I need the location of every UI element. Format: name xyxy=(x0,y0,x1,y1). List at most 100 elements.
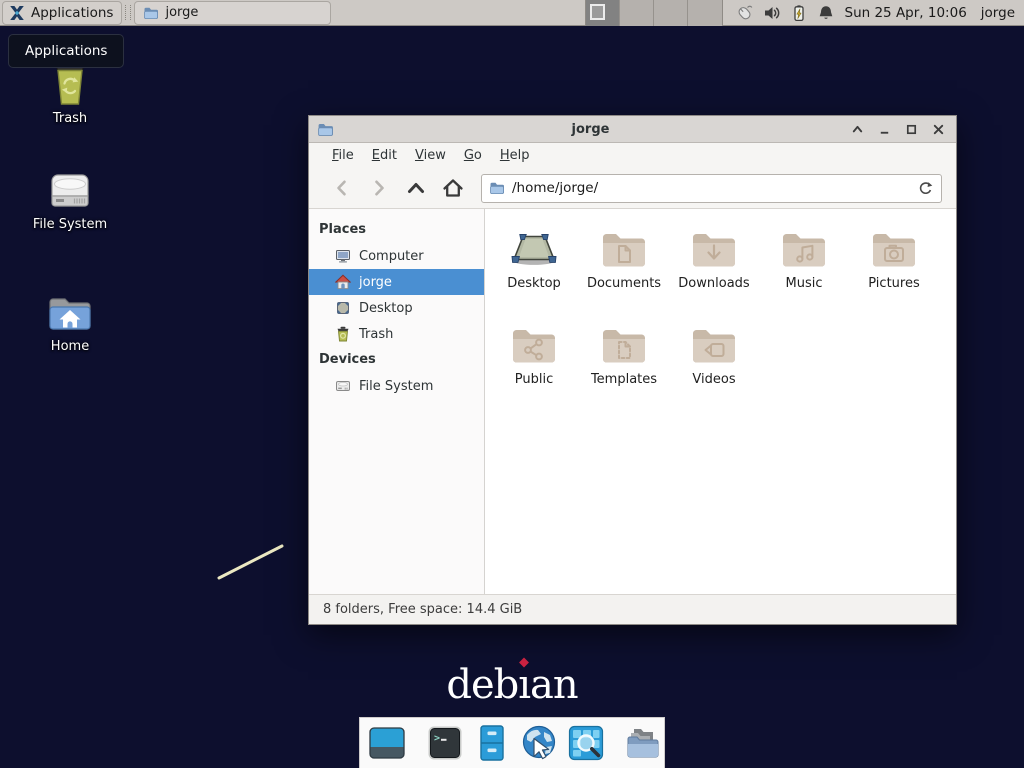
hard-drive-icon xyxy=(46,170,94,212)
logo-text: deb xyxy=(446,662,518,708)
debian-logo: debıan xyxy=(0,662,1024,708)
file-label: Pictures xyxy=(868,276,919,291)
file-label: Videos xyxy=(692,372,735,387)
file-item-desktop[interactable]: Desktop xyxy=(489,221,579,317)
workspace-switcher xyxy=(585,0,723,26)
terminal-icon[interactable]: > xyxy=(425,723,465,763)
documents-folder-icon xyxy=(600,229,648,269)
sidebar-item-file-system[interactable]: File System xyxy=(309,373,484,399)
panel-username: jorge xyxy=(981,5,1015,21)
workspace-4[interactable] xyxy=(688,0,722,26)
launcher-dock: > xyxy=(359,717,665,768)
home-button[interactable] xyxy=(434,173,471,203)
titlebar[interactable]: jorge xyxy=(309,116,956,143)
sidebar-item-computer[interactable]: Computer xyxy=(309,243,484,269)
sidebar-item-jorge[interactable]: jorge xyxy=(309,269,484,295)
sidebar-item-desktop[interactable]: Desktop xyxy=(309,295,484,321)
forward-button[interactable] xyxy=(360,173,397,203)
app-finder-icon[interactable] xyxy=(566,723,606,763)
videos-folder-icon xyxy=(690,325,738,365)
toolbar xyxy=(309,168,956,209)
public-folder-icon xyxy=(510,325,558,365)
top-panel: Applications jorge xyxy=(0,0,1024,26)
taskbar-window-button[interactable]: jorge xyxy=(134,1,331,25)
pictures-folder-icon xyxy=(870,229,918,269)
volume-icon[interactable] xyxy=(763,4,781,22)
shade-button[interactable] xyxy=(847,119,867,139)
menu-help[interactable]: Help xyxy=(491,145,539,166)
file-item-documents[interactable]: Documents xyxy=(579,221,669,317)
mouse-icon[interactable] xyxy=(735,3,754,22)
window-title: jorge xyxy=(334,122,847,137)
templates-folder-icon xyxy=(600,325,648,365)
file-item-videos[interactable]: Videos xyxy=(669,317,759,413)
file-item-public[interactable]: Public xyxy=(489,317,579,413)
folder-icon xyxy=(143,5,159,21)
file-item-music[interactable]: Music xyxy=(759,221,849,317)
file-label: Documents xyxy=(587,276,661,291)
sidebar-item-label: Computer xyxy=(359,249,424,264)
sidebar-header-devices: Devices xyxy=(309,347,484,373)
file-item-downloads[interactable]: Downloads xyxy=(669,221,759,317)
workspace-3[interactable] xyxy=(654,0,688,26)
statusbar: 8 folders, Free space: 14.4 GiB xyxy=(309,594,956,624)
desktop-scribble xyxy=(212,540,290,586)
file-cabinet-icon[interactable] xyxy=(472,723,512,763)
file-item-templates[interactable]: Templates xyxy=(579,317,669,413)
panel-clock[interactable]: Sun 25 Apr, 10:06 xyxy=(845,5,967,21)
logo-text: ı xyxy=(518,662,530,708)
xfce-applications-icon xyxy=(8,4,26,22)
sidebar-item-label: Desktop xyxy=(359,301,413,316)
desktop-icon-home[interactable]: Home xyxy=(22,294,118,354)
applications-menu-button[interactable]: Applications xyxy=(2,1,122,25)
sidebar: Places Computer xyxy=(309,209,485,594)
close-button[interactable] xyxy=(928,119,948,139)
file-label: Desktop xyxy=(507,276,561,291)
workspace-1[interactable] xyxy=(586,0,620,26)
web-browser-icon[interactable] xyxy=(519,723,559,763)
panel-handle xyxy=(125,5,131,20)
home-icon xyxy=(335,274,351,290)
path-input[interactable] xyxy=(512,180,910,196)
directory-menu-icon[interactable] xyxy=(624,723,664,763)
file-label: Downloads xyxy=(678,276,749,291)
maximize-button[interactable] xyxy=(901,119,921,139)
file-label: Templates xyxy=(591,372,657,387)
desktop-icon-file-system[interactable]: File System xyxy=(22,170,118,232)
back-button[interactable] xyxy=(323,173,360,203)
home-folder-icon xyxy=(46,294,94,334)
sidebar-header-places: Places xyxy=(309,217,484,243)
trash-icon xyxy=(335,326,351,342)
notifications-bell-icon[interactable] xyxy=(817,4,835,22)
file-label: Public xyxy=(515,372,553,387)
show-desktop-icon[interactable] xyxy=(367,723,407,763)
logo-text: an xyxy=(530,662,578,708)
downloads-folder-icon xyxy=(690,229,738,269)
workspace-2[interactable] xyxy=(620,0,654,26)
music-folder-icon xyxy=(780,229,828,269)
reload-icon[interactable] xyxy=(917,180,934,197)
file-item-pictures[interactable]: Pictures xyxy=(849,221,939,317)
desktop-icon xyxy=(335,300,351,316)
menu-edit[interactable]: Edit xyxy=(363,145,406,166)
taskbar-window-label: jorge xyxy=(165,5,198,20)
up-button[interactable] xyxy=(397,173,434,203)
menu-file[interactable]: File xyxy=(323,145,363,166)
applications-tooltip: Applications xyxy=(8,34,124,68)
svg-text:>: > xyxy=(434,733,440,744)
sidebar-item-trash[interactable]: Trash xyxy=(309,321,484,347)
desktop-icon-label: Home xyxy=(51,339,89,354)
applications-menu-label: Applications xyxy=(31,5,113,21)
menu-go[interactable]: Go xyxy=(455,145,491,166)
path-bar[interactable] xyxy=(481,174,942,203)
hard-drive-icon xyxy=(335,378,351,394)
file-label: Music xyxy=(786,276,823,291)
sidebar-item-label: jorge xyxy=(359,275,392,290)
sidebar-item-label: Trash xyxy=(359,327,393,342)
battery-icon[interactable] xyxy=(790,4,808,22)
minimize-button[interactable] xyxy=(874,119,894,139)
desktop-icon-label: Trash xyxy=(53,111,87,126)
status-text: 8 folders, Free space: 14.4 GiB xyxy=(323,602,522,617)
menu-view[interactable]: View xyxy=(406,145,455,166)
path-folder-icon xyxy=(489,180,505,196)
